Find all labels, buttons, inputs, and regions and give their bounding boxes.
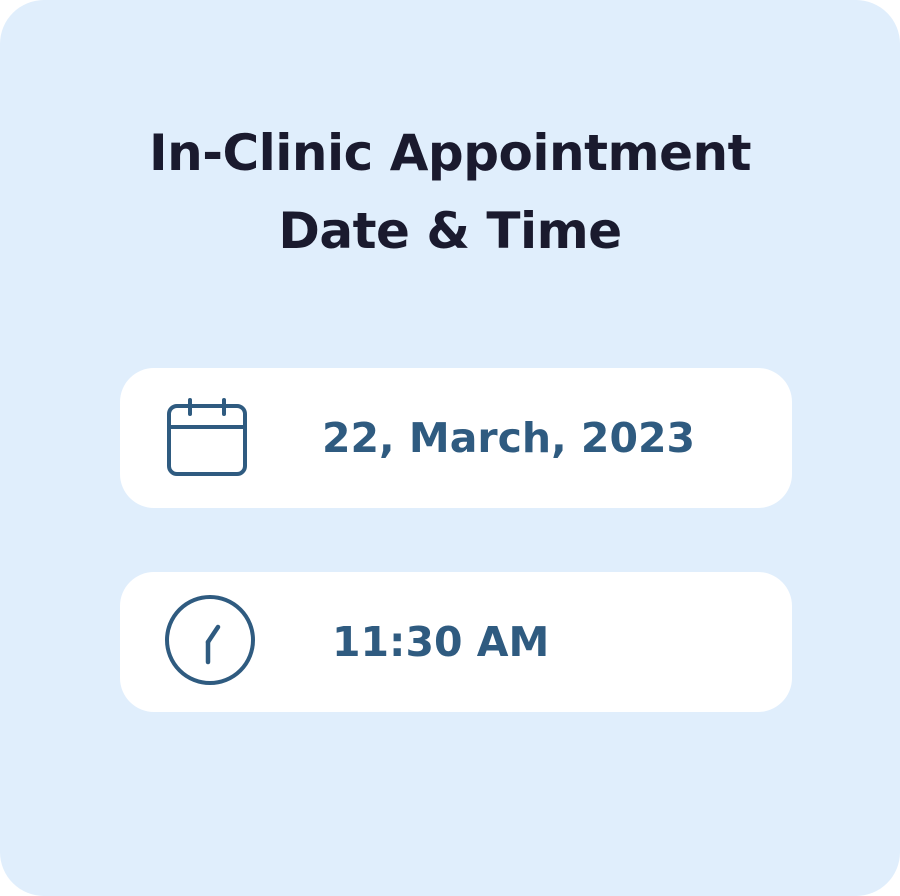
time-field[interactable]: 11:30 AM [120, 572, 792, 712]
page-title: In-Clinic Appointment Date & Time [0, 114, 900, 270]
calendar-icon [167, 398, 247, 476]
appointment-card: In-Clinic Appointment Date & Time 22, Ma… [0, 0, 900, 896]
date-value: 22, March, 2023 [322, 414, 696, 462]
date-field[interactable]: 22, March, 2023 [120, 368, 792, 508]
clock-icon [165, 595, 255, 685]
title-line-2: Date & Time [278, 202, 622, 260]
title-line-1: In-Clinic Appointment [149, 124, 751, 182]
time-value: 11:30 AM [332, 618, 550, 666]
